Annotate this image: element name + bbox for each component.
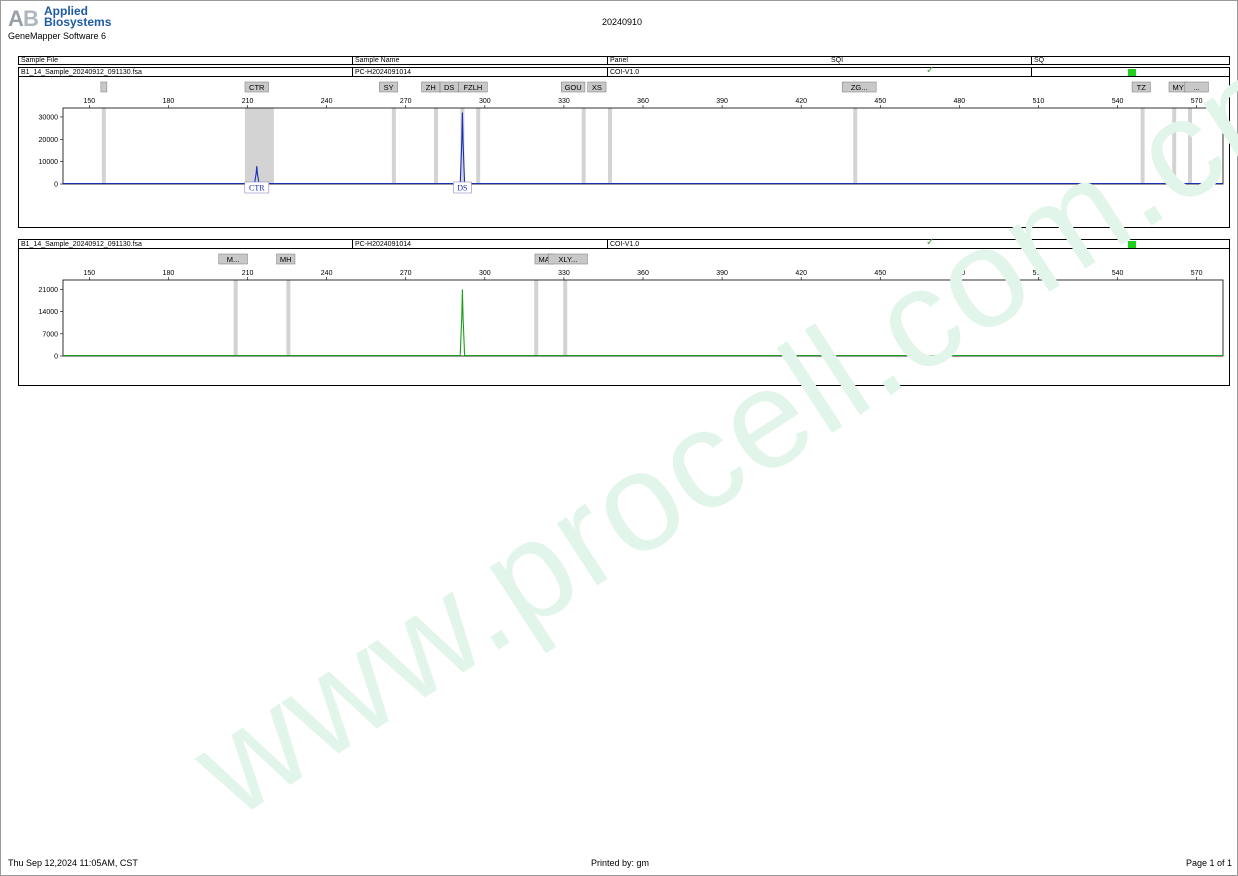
dye-trace-0 <box>63 112 1223 185</box>
x-tick-label: 510 <box>1033 270 1045 277</box>
x-tick-label: 300 <box>479 270 491 277</box>
x-tick-label: 390 <box>716 270 728 277</box>
logo-text: Applied Biosystems <box>44 5 112 29</box>
marker-label: M... <box>227 255 240 264</box>
x-tick-label: 450 <box>874 270 886 277</box>
allele-bin <box>1172 108 1177 184</box>
y-tick-label: 14000 <box>39 309 59 316</box>
marker-label: TZ <box>1137 83 1147 92</box>
x-tick-label: 450 <box>874 98 886 105</box>
column-sq: SQ <box>1031 57 1229 65</box>
footer-page: Page 1 of 1 <box>1185 858 1232 868</box>
y-tick-label: 20000 <box>39 137 59 144</box>
allele-bin <box>257 108 262 184</box>
marker-label: ZH <box>426 83 436 92</box>
column-panel: Panel <box>607 57 831 65</box>
marker-box <box>100 81 108 93</box>
electropherogram-panel-2: B1_14_Sample_20240912_091130.fsa PC-H202… <box>18 238 1230 386</box>
marker-label: ZG... <box>851 83 868 92</box>
x-tick-label: 480 <box>954 98 966 105</box>
allele-bin <box>534 280 539 356</box>
x-tick-label: 570 <box>1191 270 1203 277</box>
allele-bin <box>434 108 439 184</box>
x-tick-label: 330 <box>558 270 570 277</box>
svg-text:A: A <box>8 6 24 30</box>
plot-svg-2: 150 180 210 240 270 300 330 360 390 420 450 480 510 5… <box>39 253 1224 361</box>
allele-bin <box>391 108 396 184</box>
y-tick-label: 0 <box>54 354 58 361</box>
x-tick-label: 360 <box>637 98 649 105</box>
svg-text:B: B <box>23 6 39 30</box>
marker-label: MY <box>1173 83 1184 92</box>
x-tick-label: 510 <box>1033 98 1045 105</box>
x-tick-label: 390 <box>716 98 728 105</box>
marker-label: SY <box>384 83 394 92</box>
y-tick-label: 30000 <box>39 114 59 121</box>
x-tick-label: 180 <box>163 270 175 277</box>
x-tick-label: 270 <box>400 270 412 277</box>
x-tick-label: 270 <box>400 98 412 105</box>
column-sample-file: Sample File <box>21 57 58 64</box>
allele-bin <box>608 108 613 184</box>
peak-label: DS <box>457 184 467 193</box>
x-tick-label: 300 <box>479 98 491 105</box>
logo-line-2: Biosystems <box>44 15 112 29</box>
column-sqi: SQI <box>831 57 1031 65</box>
marker-label: DS <box>444 83 454 92</box>
allele-bin <box>233 280 238 356</box>
x-tick-label: 330 <box>558 98 570 105</box>
x-tick-label: 540 <box>1112 270 1124 277</box>
x-tick-label: 420 <box>795 270 807 277</box>
software-name: GeneMapper Software 6 <box>8 31 107 41</box>
allele-bin <box>581 108 586 184</box>
x-tick-label: 210 <box>242 98 254 105</box>
marker-label: FZLH <box>464 83 483 92</box>
x-tick-label: 480 <box>954 270 966 277</box>
y-tick-label: 10000 <box>39 159 59 166</box>
x-tick-label: 150 <box>84 270 96 277</box>
footer-date: Thu Sep 12,2024 11:05AM, CST <box>8 858 138 868</box>
marker-label: GOU <box>565 83 582 92</box>
y-tick-label: 21000 <box>39 287 59 294</box>
x-tick-label: 210 <box>242 270 254 277</box>
allele-bin <box>286 280 291 356</box>
y-tick-label: 0 <box>54 182 58 189</box>
column-header-row: Sample File Sample Name Panel SQI SQ <box>18 56 1230 65</box>
allele-bin <box>1188 108 1193 184</box>
report-title: 20240910 <box>601 17 643 27</box>
allele-bin <box>853 108 858 184</box>
column-sample-name: Sample Name <box>352 57 607 65</box>
allele-bin <box>476 108 481 184</box>
marker-label: CTR <box>249 83 265 92</box>
marker-label: MH <box>280 255 292 264</box>
x-tick-label: 360 <box>637 270 649 277</box>
x-tick-label: 540 <box>1112 98 1124 105</box>
x-tick-label: 240 <box>321 270 333 277</box>
electropherogram-panel-1: B1_14_Sample_20240912_091130.fsa PC-H202… <box>18 66 1230 228</box>
allele-bin <box>563 280 568 356</box>
x-tick-label: 240 <box>321 98 333 105</box>
x-tick-label: 570 <box>1191 98 1203 105</box>
allele-bin <box>1140 108 1145 184</box>
marker-label: XS <box>592 83 602 92</box>
x-tick-label: 180 <box>163 98 175 105</box>
marker-label: XLY... <box>558 255 577 264</box>
x-tick-label: 420 <box>795 98 807 105</box>
marker-label: ... <box>1194 83 1200 92</box>
plot-frame <box>62 107 1224 185</box>
column-sqi-label: SQI <box>831 57 844 64</box>
peak-label: CTR <box>249 184 265 193</box>
footer-printed-by: Printed by: gm <box>590 858 650 868</box>
allele-bin <box>101 108 106 184</box>
x-tick-label: 150 <box>84 98 96 105</box>
plot-svg-1: 150 180 210 240 270 300 330 360 390 420 450 480 510 5… <box>39 81 1224 194</box>
y-tick-label: 7000 <box>42 331 58 338</box>
